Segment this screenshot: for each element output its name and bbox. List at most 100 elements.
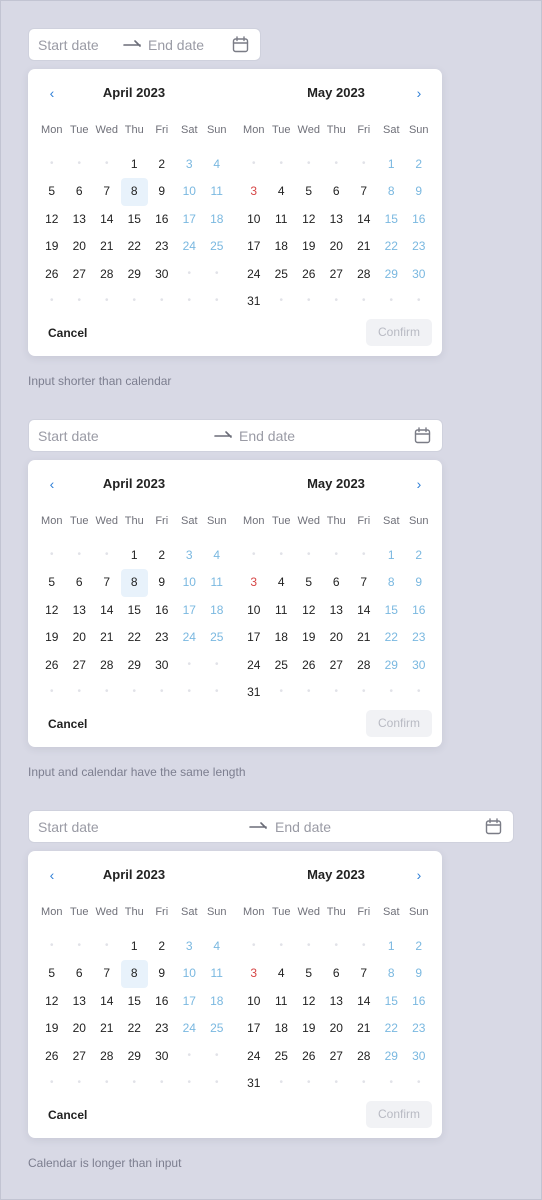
day-cell[interactable]: 25 xyxy=(268,1043,296,1071)
day-cell[interactable]: 21 xyxy=(350,233,378,261)
day-cell[interactable]: 29 xyxy=(378,261,406,289)
day-cell[interactable]: 18 xyxy=(268,233,296,261)
day-cell[interactable]: 13 xyxy=(323,206,351,234)
day-cell[interactable]: 11 xyxy=(268,597,296,625)
day-cell[interactable]: 2 xyxy=(405,151,433,179)
day-cell[interactable]: 15 xyxy=(121,206,149,234)
day-cell[interactable]: 22 xyxy=(121,1015,149,1043)
day-cell[interactable]: 10 xyxy=(176,569,204,597)
day-cell[interactable]: 27 xyxy=(66,1043,94,1071)
day-cell[interactable]: 16 xyxy=(148,206,176,234)
day-cell[interactable]: 12 xyxy=(38,206,66,234)
day-cell[interactable]: 24 xyxy=(176,1015,204,1043)
day-cell[interactable]: 6 xyxy=(66,960,94,988)
day-cell[interactable]: 22 xyxy=(378,233,406,261)
day-cell[interactable]: 18 xyxy=(203,206,231,234)
day-cell[interactable]: 30 xyxy=(148,1043,176,1071)
date-range-input[interactable]: Start date End date xyxy=(28,28,261,61)
day-cell[interactable]: 29 xyxy=(378,1043,406,1071)
day-cell[interactable]: 28 xyxy=(93,261,121,289)
start-date-placeholder[interactable]: Start date xyxy=(38,819,99,835)
day-cell[interactable]: 23 xyxy=(405,1015,433,1043)
day-cell[interactable]: 2 xyxy=(148,542,176,570)
day-cell[interactable]: 20 xyxy=(66,1015,94,1043)
day-cell[interactable]: 3 xyxy=(240,960,268,988)
day-cell[interactable]: 12 xyxy=(295,597,323,625)
day-cell[interactable]: 31 xyxy=(240,288,268,316)
day-cell[interactable]: 9 xyxy=(405,960,433,988)
next-month-button[interactable]: › xyxy=(412,868,426,882)
cancel-button[interactable]: Cancel xyxy=(48,717,87,731)
day-cell[interactable]: 31 xyxy=(240,1070,268,1098)
day-cell[interactable]: 10 xyxy=(176,178,204,206)
day-cell[interactable]: 22 xyxy=(121,624,149,652)
cancel-button[interactable]: Cancel xyxy=(48,326,87,340)
day-cell[interactable]: 27 xyxy=(66,652,94,680)
day-cell[interactable]: 26 xyxy=(295,652,323,680)
prev-month-button[interactable]: ‹ xyxy=(45,477,59,491)
day-cell[interactable]: 19 xyxy=(295,1015,323,1043)
day-cell[interactable]: 24 xyxy=(240,652,268,680)
day-cell[interactable]: 30 xyxy=(148,652,176,680)
day-cell[interactable]: 27 xyxy=(323,1043,351,1071)
day-cell[interactable]: 23 xyxy=(148,624,176,652)
day-cell[interactable]: 21 xyxy=(93,1015,121,1043)
day-cell[interactable]: 8 xyxy=(378,960,406,988)
day-cell[interactable]: 6 xyxy=(323,960,351,988)
day-cell[interactable]: 16 xyxy=(405,206,433,234)
day-cell[interactable]: 4 xyxy=(268,178,296,206)
day-cell[interactable]: 28 xyxy=(350,1043,378,1071)
day-cell[interactable]: 15 xyxy=(378,597,406,625)
day-cell[interactable]: 24 xyxy=(176,624,204,652)
day-cell[interactable]: 30 xyxy=(405,1043,433,1071)
date-range-input[interactable]: Start date End date xyxy=(28,419,443,452)
day-cell[interactable]: 12 xyxy=(295,988,323,1016)
day-cell[interactable]: 9 xyxy=(405,178,433,206)
start-date-placeholder[interactable]: Start date xyxy=(38,37,99,53)
day-cell[interactable]: 29 xyxy=(121,652,149,680)
day-cell[interactable]: 6 xyxy=(66,178,94,206)
day-cell[interactable]: 17 xyxy=(240,233,268,261)
day-cell[interactable]: 19 xyxy=(38,624,66,652)
day-cell[interactable]: 4 xyxy=(203,933,231,961)
day-cell[interactable]: 18 xyxy=(268,624,296,652)
confirm-button[interactable]: Confirm xyxy=(366,319,432,346)
day-cell[interactable]: 3 xyxy=(240,569,268,597)
day-cell[interactable]: 13 xyxy=(323,597,351,625)
day-cell[interactable]: 2 xyxy=(405,933,433,961)
day-cell[interactable]: 4 xyxy=(268,960,296,988)
day-cell[interactable]: 1 xyxy=(121,542,149,570)
day-cell[interactable]: 24 xyxy=(176,233,204,261)
day-cell[interactable]: 1 xyxy=(121,151,149,179)
day-cell[interactable]: 17 xyxy=(176,597,204,625)
day-cell[interactable]: 15 xyxy=(378,206,406,234)
day-cell[interactable]: 9 xyxy=(148,960,176,988)
day-cell[interactable]: 28 xyxy=(93,652,121,680)
day-cell[interactable]: 24 xyxy=(240,261,268,289)
day-cell[interactable]: 13 xyxy=(66,597,94,625)
day-cell[interactable]: 31 xyxy=(240,679,268,707)
day-cell[interactable]: 18 xyxy=(203,988,231,1016)
day-cell[interactable]: 7 xyxy=(350,960,378,988)
day-cell[interactable]: 22 xyxy=(121,233,149,261)
day-cell[interactable]: 7 xyxy=(350,178,378,206)
day-cell[interactable]: 14 xyxy=(93,597,121,625)
day-cell[interactable]: 11 xyxy=(203,178,231,206)
day-cell[interactable]: 9 xyxy=(405,569,433,597)
day-cell[interactable]: 2 xyxy=(148,151,176,179)
day-cell-selected[interactable]: 8 xyxy=(120,178,148,206)
day-cell[interactable]: 5 xyxy=(38,960,66,988)
day-cell[interactable]: 4 xyxy=(268,569,296,597)
day-cell[interactable]: 4 xyxy=(203,542,231,570)
day-cell[interactable]: 29 xyxy=(121,1043,149,1071)
day-cell[interactable]: 13 xyxy=(323,988,351,1016)
day-cell[interactable]: 16 xyxy=(405,988,433,1016)
end-date-placeholder[interactable]: End date xyxy=(275,819,331,835)
day-cell[interactable]: 14 xyxy=(350,206,378,234)
day-cell[interactable]: 25 xyxy=(268,652,296,680)
day-cell[interactable]: 21 xyxy=(350,1015,378,1043)
day-cell[interactable]: 15 xyxy=(378,988,406,1016)
day-cell[interactable]: 20 xyxy=(323,624,351,652)
day-cell[interactable]: 5 xyxy=(295,178,323,206)
day-cell[interactable]: 8 xyxy=(378,178,406,206)
